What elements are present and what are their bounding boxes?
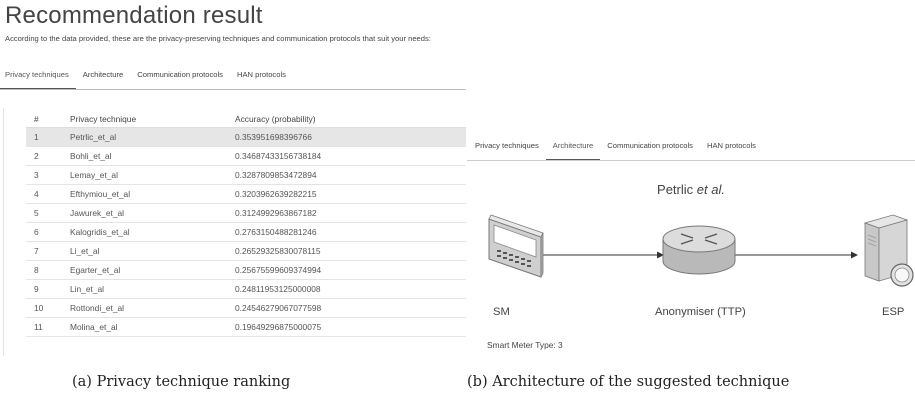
table-row[interactable]: 6 Kalogridis_et_al 0.2763150488281246 (26, 222, 466, 242)
results-tab-bar: Privacy techniques Architecture Communic… (0, 62, 466, 90)
table-row[interactable]: 9 Lin_et_al 0.24811953125000008 (26, 279, 466, 299)
architecture-tab-bar: Privacy techniques Architecture Communic… (467, 133, 915, 161)
cell-technique: Lin_et_al (70, 279, 235, 299)
cell-rank: 2 (26, 146, 70, 166)
architecture-title-etal: et al. (696, 182, 725, 197)
column-header-rank: # (26, 111, 70, 128)
cell-technique: Jawurek_et_al (70, 203, 235, 223)
cell-rank: 10 (26, 298, 70, 318)
cell-technique: Lemay_et_al (70, 165, 235, 185)
column-header-accuracy: Accuracy (probability) (235, 111, 466, 128)
privacy-technique-table: # Privacy technique Accuracy (probabilit… (26, 111, 466, 337)
caption-right: (b) Architecture of the suggested techni… (467, 374, 790, 390)
tab-privacy-techniques[interactable]: Privacy techniques (467, 133, 546, 159)
cell-rank: 7 (26, 241, 70, 261)
cell-accuracy: 0.3203962639282215 (235, 184, 466, 204)
node-label-esp: ESP (882, 306, 905, 318)
cell-accuracy: 0.25675599609374994 (235, 260, 466, 280)
tab-architecture[interactable]: Architecture (545, 133, 601, 160)
table-row[interactable]: 1 Petrlic_et_al 0.353951698396766 (26, 127, 466, 147)
table-row[interactable]: 3 Lemay_et_al 0.3287809853472894 (26, 165, 466, 185)
tab-architecture[interactable]: Architecture (76, 62, 131, 88)
cell-rank: 6 (26, 222, 70, 242)
cell-technique: Rottondi_et_al (70, 298, 235, 318)
router-icon (662, 225, 736, 275)
cell-rank: 3 (26, 165, 70, 185)
server-icon (863, 214, 914, 287)
smart-meter-type: Smart Meter Type: 3 (487, 340, 563, 350)
cell-rank: 11 (26, 317, 70, 337)
column-header-technique: Privacy technique (70, 111, 235, 128)
node-label-anonymiser: Anonymiser (TTP) (655, 306, 746, 318)
cell-rank: 1 (26, 127, 70, 147)
smart-meter-icon (488, 214, 544, 278)
cell-rank: 9 (26, 279, 70, 299)
cell-technique: Li_et_al (70, 241, 235, 261)
cell-technique: Kalogridis_et_al (70, 222, 235, 242)
cell-rank: 8 (26, 260, 70, 280)
cell-accuracy: 0.24546279067077598 (235, 298, 466, 318)
architecture-panel: Privacy techniques Architecture Communic… (467, 0, 915, 355)
cell-accuracy: 0.19649296875000075 (235, 317, 466, 337)
tab-privacy-techniques[interactable]: Privacy techniques (0, 62, 76, 89)
cell-accuracy: 0.353951698396766 (235, 127, 466, 147)
caption-left: (a) Privacy technique ranking (72, 374, 291, 390)
cell-accuracy: 0.3124992963867182 (235, 203, 466, 223)
cell-technique: Bohli_et_al (70, 146, 235, 166)
cell-accuracy: 0.34687433156738184 (235, 146, 466, 166)
cell-technique: Efthymiou_et_al (70, 184, 235, 204)
table-header-row: # Privacy technique Accuracy (probabilit… (26, 111, 466, 128)
cell-accuracy: 0.24811953125000008 (235, 279, 466, 299)
cell-accuracy: 0.26529325830078115 (235, 241, 466, 261)
table-row[interactable]: 4 Efthymiou_et_al 0.3203962639282215 (26, 184, 466, 204)
node-label-sm: SM (493, 306, 510, 318)
tab-han-protocols[interactable]: HAN protocols (230, 62, 293, 88)
table-row[interactable]: 7 Li_et_al 0.26529325830078115 (26, 241, 466, 261)
cell-accuracy: 0.3287809853472894 (235, 165, 466, 185)
table-row[interactable]: 8 Egarter_et_al 0.25675599609374994 (26, 260, 466, 280)
page-title: Recommendation result (5, 2, 263, 29)
cell-rank: 5 (26, 203, 70, 223)
page-description: According to the data provided, these ar… (5, 34, 431, 43)
panel-divider (3, 108, 4, 356)
cell-rank: 4 (26, 184, 70, 204)
table-row[interactable]: 10 Rottondi_et_al 0.24546279067077598 (26, 298, 466, 318)
cell-accuracy: 0.2763150488281246 (235, 222, 466, 242)
table-row[interactable]: 2 Bohli_et_al 0.34687433156738184 (26, 146, 466, 166)
recommendation-panel: Recommendation result According to the d… (0, 0, 466, 356)
tab-communication-protocols[interactable]: Communication protocols (130, 62, 230, 88)
tab-communication-protocols[interactable]: Communication protocols (600, 133, 700, 159)
table-row[interactable]: 5 Jawurek_et_al 0.3124992963867182 (26, 203, 466, 223)
cell-technique: Petrlic_et_al (70, 127, 235, 147)
cell-technique: Molina_et_al (70, 317, 235, 337)
table-row[interactable]: 11 Molina_et_al 0.19649296875000075 (26, 317, 466, 337)
architecture-title-name: Petrlic (657, 182, 697, 197)
architecture-title: Petrlic et al. (467, 182, 915, 197)
cell-technique: Egarter_et_al (70, 260, 235, 280)
tab-han-protocols[interactable]: HAN protocols (700, 133, 763, 159)
architecture-diagram (488, 214, 914, 287)
